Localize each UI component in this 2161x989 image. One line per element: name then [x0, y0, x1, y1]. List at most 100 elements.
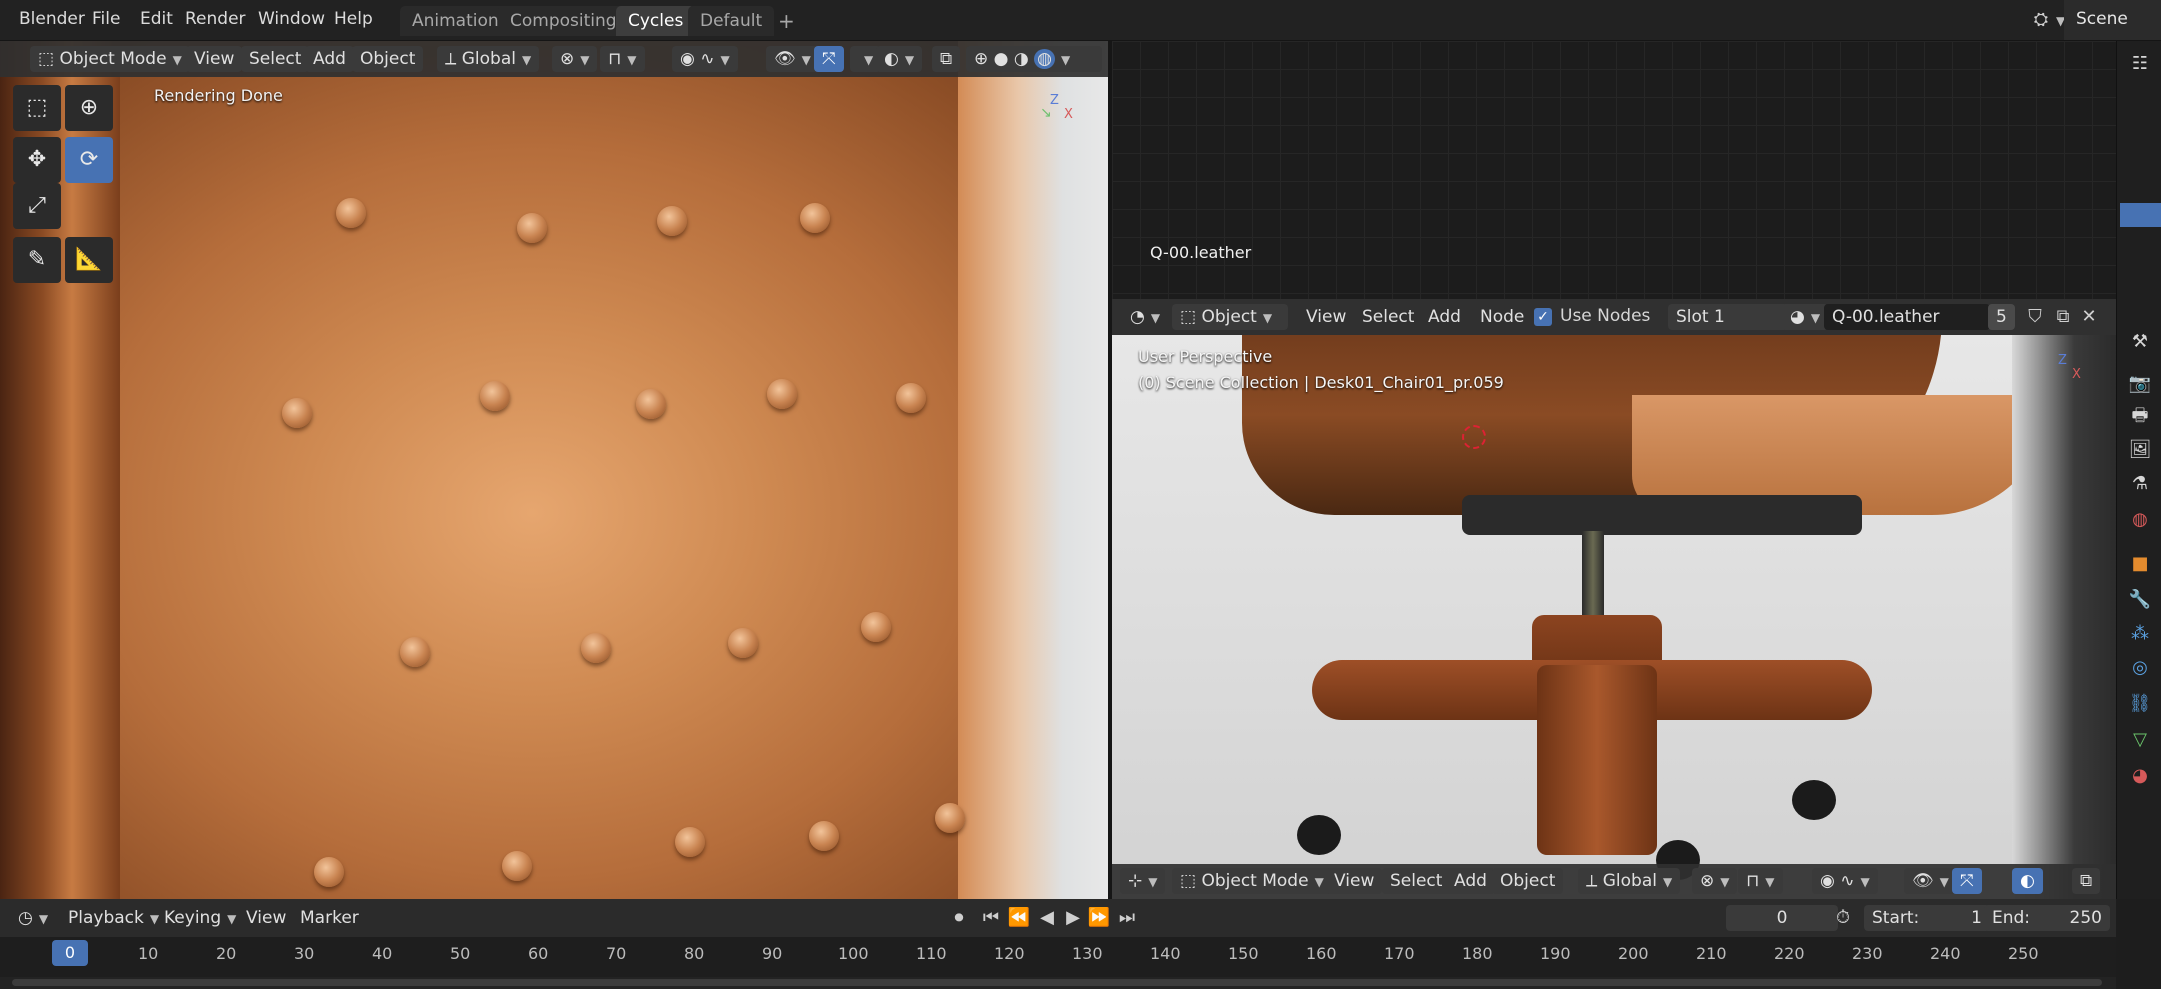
timeline-scrollbar[interactable] — [12, 979, 2102, 986]
tab-cycles[interactable]: Cycles — [616, 6, 696, 36]
orientation-selector[interactable]: ⟂ Global ▼ — [1578, 868, 1681, 894]
proportional-edit-button[interactable]: ◉ ∿ ▼ — [1812, 868, 1878, 894]
overlay-button[interactable]: ◐ ▼ — [876, 46, 923, 72]
next-keyframe-icon[interactable]: ⏩ — [1086, 905, 1112, 931]
tool-icon[interactable]: ⚒ — [2127, 329, 2153, 355]
menu-view[interactable]: View — [1326, 868, 1383, 894]
menu-view[interactable]: View — [186, 46, 243, 72]
menu-select[interactable]: Select — [1382, 868, 1451, 894]
rotate-tool[interactable]: ⟳ — [65, 137, 113, 183]
add-workspace-button[interactable]: + — [766, 6, 807, 36]
prev-keyframe-icon[interactable]: ⏪ — [1006, 905, 1032, 931]
menu-object[interactable]: Object — [1492, 868, 1564, 894]
view-layer-icon[interactable]: 🖼 — [2127, 437, 2153, 463]
axis-y-icon[interactable]: ↘ — [1040, 105, 1052, 121]
shading-buttons[interactable]: ⊕ ● ◑ ◍ ▼ — [966, 46, 1102, 72]
pivot-button[interactable]: ⊗ ▼ — [1692, 868, 1738, 894]
scene-name[interactable]: Scene — [2076, 9, 2128, 29]
menu-blender[interactable]: Blender — [19, 9, 85, 29]
scene-icon[interactable]: ⚗ — [2127, 471, 2153, 497]
snap-button[interactable]: ⊓ ▼ — [600, 46, 645, 72]
menu-object[interactable]: Object — [352, 46, 424, 72]
stopwatch-icon[interactable]: ⏱ — [1830, 905, 1856, 931]
scene-icon[interactable]: ⛭ — [2028, 7, 2054, 33]
viewport-left[interactable]: ⬚ Object Mode ▼ View Select Add Object ⟂ … — [0, 41, 1108, 899]
xray-toggle[interactable]: ⧉ — [2072, 868, 2101, 894]
overlay-toggle[interactable]: ◐ — [2012, 868, 2043, 894]
output-icon[interactable]: 🖶 — [2127, 403, 2153, 429]
rendered-shading-icon[interactable]: ◍ — [1034, 49, 1055, 69]
select-box-tool[interactable]: ⬚ — [13, 85, 61, 131]
menu-add[interactable]: Add — [1420, 304, 1469, 330]
duplicate-icon[interactable]: ⧉ — [2050, 304, 2076, 330]
menu-select[interactable]: Select — [241, 46, 310, 72]
menu-keying[interactable]: Keying ▼ — [156, 905, 244, 931]
menu-render[interactable]: Render — [185, 9, 246, 29]
move-tool[interactable]: ✥ — [13, 137, 61, 183]
menu-marker[interactable]: Marker — [292, 905, 367, 931]
material-name-field[interactable]: Q-00.leather — [1824, 304, 1990, 330]
menu-file[interactable]: File — [92, 9, 120, 29]
cursor-tool[interactable]: ⊕ — [65, 85, 113, 131]
world-icon[interactable]: ◍ — [2127, 507, 2153, 533]
physics-icon[interactable]: ◎ — [2127, 655, 2153, 681]
current-frame-field[interactable]: 0 — [1726, 905, 1838, 931]
tab-compositing[interactable]: Compositing — [498, 6, 629, 36]
material-icon[interactable]: ◕ — [2127, 763, 2153, 789]
shader-type-selector[interactable]: ⬚ Object ▼ — [1172, 304, 1288, 330]
proportional-edit-button[interactable]: ◉ ∿ ▼ — [672, 46, 738, 72]
visibility-button[interactable]: 👁 ▼ — [766, 46, 819, 72]
record-icon[interactable]: ⏺ — [946, 905, 972, 931]
playhead[interactable]: 0 — [52, 940, 88, 966]
tab-default[interactable]: Default — [688, 6, 775, 36]
end-frame-field[interactable]: End: 250 — [1984, 905, 2110, 931]
menu-view[interactable]: View — [238, 905, 294, 931]
fake-user-shield-icon[interactable]: ⛉ — [2022, 304, 2048, 330]
start-frame-field[interactable]: Start: 1 — [1864, 905, 1990, 931]
jump-start-icon[interactable]: ⏮ — [978, 905, 1004, 931]
play-icon[interactable]: ▶ — [1060, 905, 1086, 931]
mode-selector[interactable]: ⬚ Object Mode ▼ — [30, 46, 190, 72]
constraints-icon[interactable]: ⛓ — [2127, 691, 2153, 717]
menu-view[interactable]: View — [1298, 304, 1354, 330]
menu-window[interactable]: Window — [258, 9, 325, 29]
menu-edit[interactable]: Edit — [140, 9, 173, 29]
menu-help[interactable]: Help — [334, 9, 373, 29]
gizmo-toggle[interactable]: ⤧ — [1952, 868, 1982, 894]
play-reverse-icon[interactable]: ◀ — [1034, 905, 1060, 931]
menu-add[interactable]: Add — [1446, 868, 1495, 894]
menu-add[interactable]: Add — [305, 46, 354, 72]
snap-button[interactable]: ⊓ ▼ — [1738, 868, 1783, 894]
editor-type-button[interactable]: ◔ ▼ — [1122, 304, 1168, 330]
particles-icon[interactable]: ⁂ — [2127, 621, 2153, 647]
close-icon[interactable]: ✕ — [2076, 304, 2102, 330]
visibility-button[interactable]: 👁 ▼ — [1904, 868, 1957, 894]
mode-selector[interactable]: ⬚ Object Mode ▼ — [1172, 868, 1332, 894]
data-icon[interactable]: ▽ — [2127, 727, 2153, 753]
pivot-button[interactable]: ⊗ ▼ — [552, 46, 598, 72]
shader-node-editor[interactable]: Q-00.leather — [1112, 41, 2116, 299]
outliner-icon[interactable]: ☷ — [2127, 51, 2153, 77]
menu-playback[interactable]: Playback ▼ — [60, 905, 167, 931]
tab-animation[interactable]: Animation — [400, 6, 511, 36]
modifier-icon[interactable]: 🔧 — [2127, 587, 2153, 613]
editor-type-button[interactable]: ◷ ▼ — [10, 905, 56, 931]
viewport-right[interactable]: User Perspective (0) Scene Collection | … — [1112, 335, 2116, 899]
material-browse-button[interactable]: ◕ ▼ — [1782, 304, 1829, 330]
scale-tool[interactable]: ⤢ — [13, 183, 61, 229]
editor-type-button[interactable]: ⊹ ▼ — [1120, 868, 1166, 894]
xray-toggle[interactable]: ⧉ — [932, 46, 961, 72]
object-icon[interactable]: ■ — [2127, 551, 2153, 577]
orientation-selector[interactable]: ⟂ Global ▼ — [437, 46, 540, 72]
render-icon[interactable]: 📷 — [2127, 371, 2153, 397]
menu-node[interactable]: Node — [1472, 304, 1532, 330]
annotate-tool[interactable]: ✎ — [13, 237, 61, 283]
gizmo-toggle[interactable]: ⤧ — [814, 46, 844, 72]
use-nodes-checkbox[interactable]: ✓ — [1534, 308, 1552, 326]
jump-end-icon[interactable]: ⏭ — [1114, 905, 1140, 931]
measure-tool[interactable]: 📐 — [65, 237, 113, 283]
menu-select[interactable]: Select — [1354, 304, 1422, 330]
outliner-selected-row[interactable] — [2120, 203, 2161, 227]
material-users-count[interactable]: 5 — [1988, 304, 2015, 330]
frame-ruler[interactable]: 0 10 20 30 40 50 60 70 80 90 100 110 120… — [0, 937, 2116, 977]
